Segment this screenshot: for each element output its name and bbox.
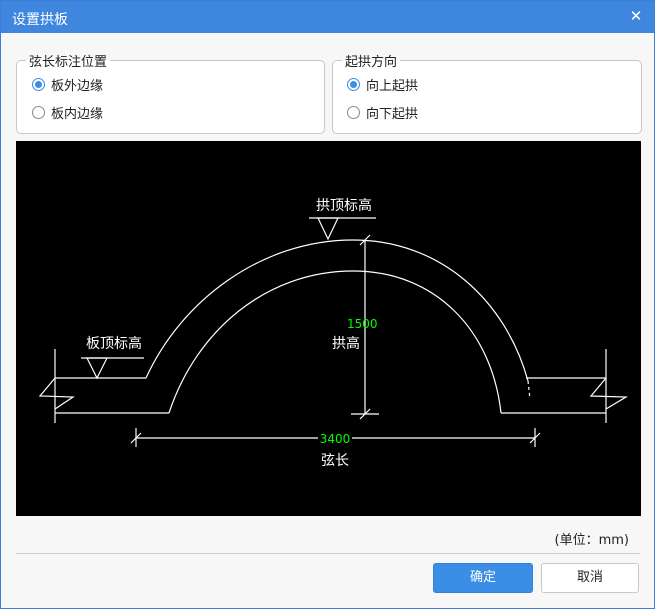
radio-checked-icon xyxy=(32,77,45,91)
left-break-symbol xyxy=(38,377,75,410)
separator xyxy=(16,553,640,554)
arch-direction-legend: 起拱方向 xyxy=(345,55,398,70)
chord-value: 3400 xyxy=(320,432,351,446)
radio-checked-icon xyxy=(347,77,360,91)
radio-arch-up-label: 向上起拱 xyxy=(366,78,419,94)
title-bar[interactable]: 设置拱板 ✕ xyxy=(1,1,654,33)
close-icon[interactable]: ✕ xyxy=(626,6,646,26)
arch-diagram: 3400 弦长 1500 拱高 拱顶标高 板顶标高 xyxy=(38,197,629,469)
right-break-symbol xyxy=(589,377,629,410)
ok-button[interactable]: 确定 xyxy=(433,563,533,593)
radio-unchecked-icon xyxy=(347,105,360,119)
chord-label: 弦长 xyxy=(321,453,349,469)
radio-inner-edge-label: 板内边缘 xyxy=(51,106,104,122)
arch-top-triangle xyxy=(317,217,339,241)
slab-top-triangle xyxy=(86,357,108,380)
radio-arch-up[interactable]: 向上起拱 xyxy=(347,74,418,94)
radio-unchecked-icon xyxy=(32,105,45,119)
arch-outer-curve xyxy=(145,239,529,382)
slab-top-label: 板顶标高 xyxy=(86,335,142,352)
dialog-title: 设置拱板 xyxy=(12,12,68,28)
arch-top-label: 拱顶标高 xyxy=(316,197,372,214)
unit-label: (单位：mm) xyxy=(554,533,629,548)
arch-height-value: 1500 xyxy=(347,317,378,331)
cancel-button[interactable]: 取消 xyxy=(541,563,639,593)
radio-outer-edge[interactable]: 板外边缘 xyxy=(32,74,103,94)
radio-inner-edge[interactable]: 板内边缘 xyxy=(32,102,103,122)
radio-arch-down[interactable]: 向下起拱 xyxy=(347,102,418,122)
arch-height-label: 拱高 xyxy=(332,335,360,352)
dialog-window: 设置拱板 ✕ 弦长标注位置 板外边缘 板内边缘 起拱方向 向上起拱 向下起拱 3… xyxy=(0,0,655,609)
radio-outer-edge-label: 板外边缘 xyxy=(51,78,104,94)
chord-position-legend: 弦长标注位置 xyxy=(29,55,108,70)
arch-outer-hidden-curve xyxy=(527,380,531,400)
arch-diagram-canvas: 3400 弦长 1500 拱高 拱顶标高 板顶标高 xyxy=(16,141,641,516)
radio-arch-down-label: 向下起拱 xyxy=(366,106,419,122)
